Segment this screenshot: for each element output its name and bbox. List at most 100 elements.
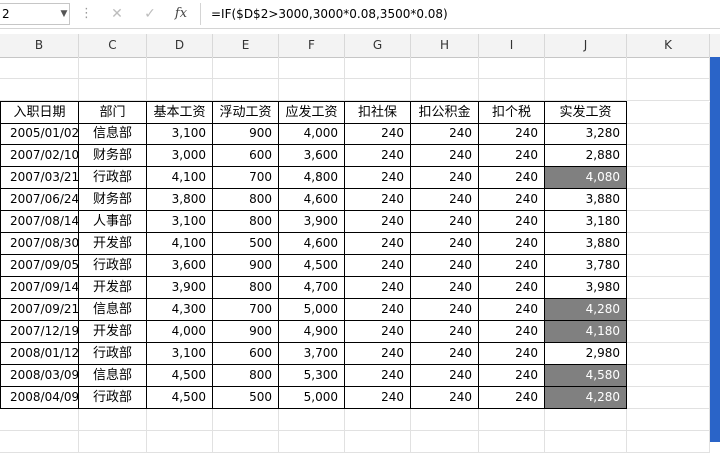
table-cell[interactable]: 240: [479, 145, 545, 167]
table-cell[interactable]: 开发部: [79, 321, 147, 343]
sheet-cell[interactable]: [411, 409, 479, 431]
table-cell[interactable]: 600: [213, 145, 279, 167]
confirm-icon[interactable]: ✓: [139, 3, 161, 25]
table-cell[interactable]: 3,000: [147, 145, 213, 167]
table-cell[interactable]: 信息部: [79, 299, 147, 321]
table-cell[interactable]: 4,900: [279, 321, 345, 343]
sheet-cell[interactable]: [627, 365, 710, 387]
table-cell[interactable]: 行政部: [79, 255, 147, 277]
table-cell[interactable]: 人事部: [79, 211, 147, 233]
sheet-cell[interactable]: [479, 409, 545, 431]
table-cell[interactable]: 240: [411, 189, 479, 211]
table-header-cell[interactable]: 扣公积金: [411, 102, 479, 124]
table-cell[interactable]: 2007/09/05: [0, 255, 79, 277]
table-cell[interactable]: 700: [213, 299, 279, 321]
table-cell[interactable]: 3,100: [147, 211, 213, 233]
table-cell[interactable]: 3,900: [279, 211, 345, 233]
table-cell[interactable]: 开发部: [79, 233, 147, 255]
table-cell[interactable]: 900: [213, 321, 279, 343]
sheet-cell[interactable]: [279, 79, 345, 101]
sheet-cell[interactable]: [545, 409, 627, 431]
table-cell[interactable]: 240: [411, 123, 479, 145]
table-cell[interactable]: 3,600: [279, 145, 345, 167]
sheet-cell[interactable]: [213, 409, 279, 431]
table-cell[interactable]: 2007/08/30: [0, 233, 79, 255]
table-cell[interactable]: 2007/08/14: [0, 211, 79, 233]
table-cell[interactable]: 700: [213, 167, 279, 189]
sheet-cell[interactable]: [213, 57, 279, 79]
sheet-cell[interactable]: [279, 57, 345, 79]
table-cell[interactable]: 240: [411, 167, 479, 189]
table-cell[interactable]: 240: [345, 123, 411, 145]
sheet-grid[interactable]: 入职日期 部门 基本工资 浮动工资 应发工资 扣社保 扣公积金 扣个税 实发工资 2005/01/…: [0, 57, 710, 453]
table-cell[interactable]: 240: [345, 299, 411, 321]
table-cell[interactable]: 240: [411, 387, 479, 409]
net-pay-cell[interactable]: 3,780: [545, 255, 627, 277]
table-cell[interactable]: 500: [213, 233, 279, 255]
sheet-cell[interactable]: [345, 409, 411, 431]
table-cell[interactable]: 240: [411, 321, 479, 343]
table-cell[interactable]: 240: [345, 233, 411, 255]
net-pay-cell[interactable]: 2,980: [545, 343, 627, 365]
sheet-cell[interactable]: [627, 431, 710, 453]
sheet-cell[interactable]: [279, 431, 345, 453]
table-cell[interactable]: 2008/03/09: [0, 365, 79, 387]
vertical-scrollbar[interactable]: [710, 57, 720, 442]
sheet-cell[interactable]: [479, 79, 545, 101]
table-cell[interactable]: 800: [213, 211, 279, 233]
sheet-cell[interactable]: [279, 409, 345, 431]
table-cell[interactable]: 2007/03/21: [0, 167, 79, 189]
column-header-b[interactable]: B: [0, 34, 79, 57]
sheet-cell[interactable]: [147, 57, 213, 79]
sheet-cell[interactable]: [411, 79, 479, 101]
table-cell[interactable]: 4,500: [147, 365, 213, 387]
table-cell[interactable]: 240: [479, 211, 545, 233]
sheet-cell[interactable]: [627, 409, 710, 431]
table-cell[interactable]: 2007/02/10: [0, 145, 79, 167]
sheet-cell[interactable]: [345, 79, 411, 101]
table-cell[interactable]: 240: [479, 255, 545, 277]
sheet-cell[interactable]: [627, 57, 710, 79]
table-cell[interactable]: 240: [479, 167, 545, 189]
table-cell[interactable]: 行政部: [79, 167, 147, 189]
table-cell[interactable]: 5,000: [279, 387, 345, 409]
table-cell[interactable]: 4,300: [147, 299, 213, 321]
net-pay-cell[interactable]: 3,180: [545, 211, 627, 233]
column-header-c[interactable]: C: [79, 34, 147, 57]
table-cell[interactable]: 4,500: [147, 387, 213, 409]
table-cell[interactable]: 4,000: [147, 321, 213, 343]
cancel-icon[interactable]: ✕: [106, 3, 128, 25]
table-cell[interactable]: 240: [411, 365, 479, 387]
table-header-cell[interactable]: 扣个税: [479, 102, 545, 124]
name-box-dropdown-icon[interactable]: ▼: [58, 3, 70, 25]
table-header-cell[interactable]: 应发工资: [279, 102, 345, 124]
net-pay-cell[interactable]: 4,580: [545, 365, 627, 387]
table-cell[interactable]: 240: [479, 123, 545, 145]
sheet-cell[interactable]: [147, 409, 213, 431]
sheet-cell[interactable]: [79, 57, 147, 79]
sheet-cell[interactable]: [0, 409, 79, 431]
sheet-cell[interactable]: [0, 431, 79, 453]
table-cell[interactable]: 5,000: [279, 299, 345, 321]
table-cell[interactable]: 900: [213, 123, 279, 145]
table-cell[interactable]: 900: [213, 255, 279, 277]
table-cell[interactable]: 2008/04/09: [0, 387, 79, 409]
table-cell[interactable]: 行政部: [79, 343, 147, 365]
table-cell[interactable]: 240: [479, 277, 545, 299]
table-cell[interactable]: 行政部: [79, 387, 147, 409]
table-cell[interactable]: 240: [479, 299, 545, 321]
table-cell[interactable]: 4,600: [279, 233, 345, 255]
table-header-cell[interactable]: 入职日期: [0, 102, 79, 124]
column-header-f[interactable]: F: [279, 34, 345, 57]
sheet-cell[interactable]: [411, 57, 479, 79]
column-header-g[interactable]: G: [345, 34, 411, 57]
net-pay-cell[interactable]: 4,280: [545, 299, 627, 321]
insert-function-icon[interactable]: fx: [170, 3, 192, 25]
table-cell[interactable]: 4,100: [147, 233, 213, 255]
sheet-cell[interactable]: [411, 431, 479, 453]
sheet-cell[interactable]: [627, 255, 710, 277]
table-cell[interactable]: 3,100: [147, 343, 213, 365]
table-cell[interactable]: 240: [479, 189, 545, 211]
sheet-cell[interactable]: [147, 79, 213, 101]
table-cell[interactable]: 240: [345, 277, 411, 299]
